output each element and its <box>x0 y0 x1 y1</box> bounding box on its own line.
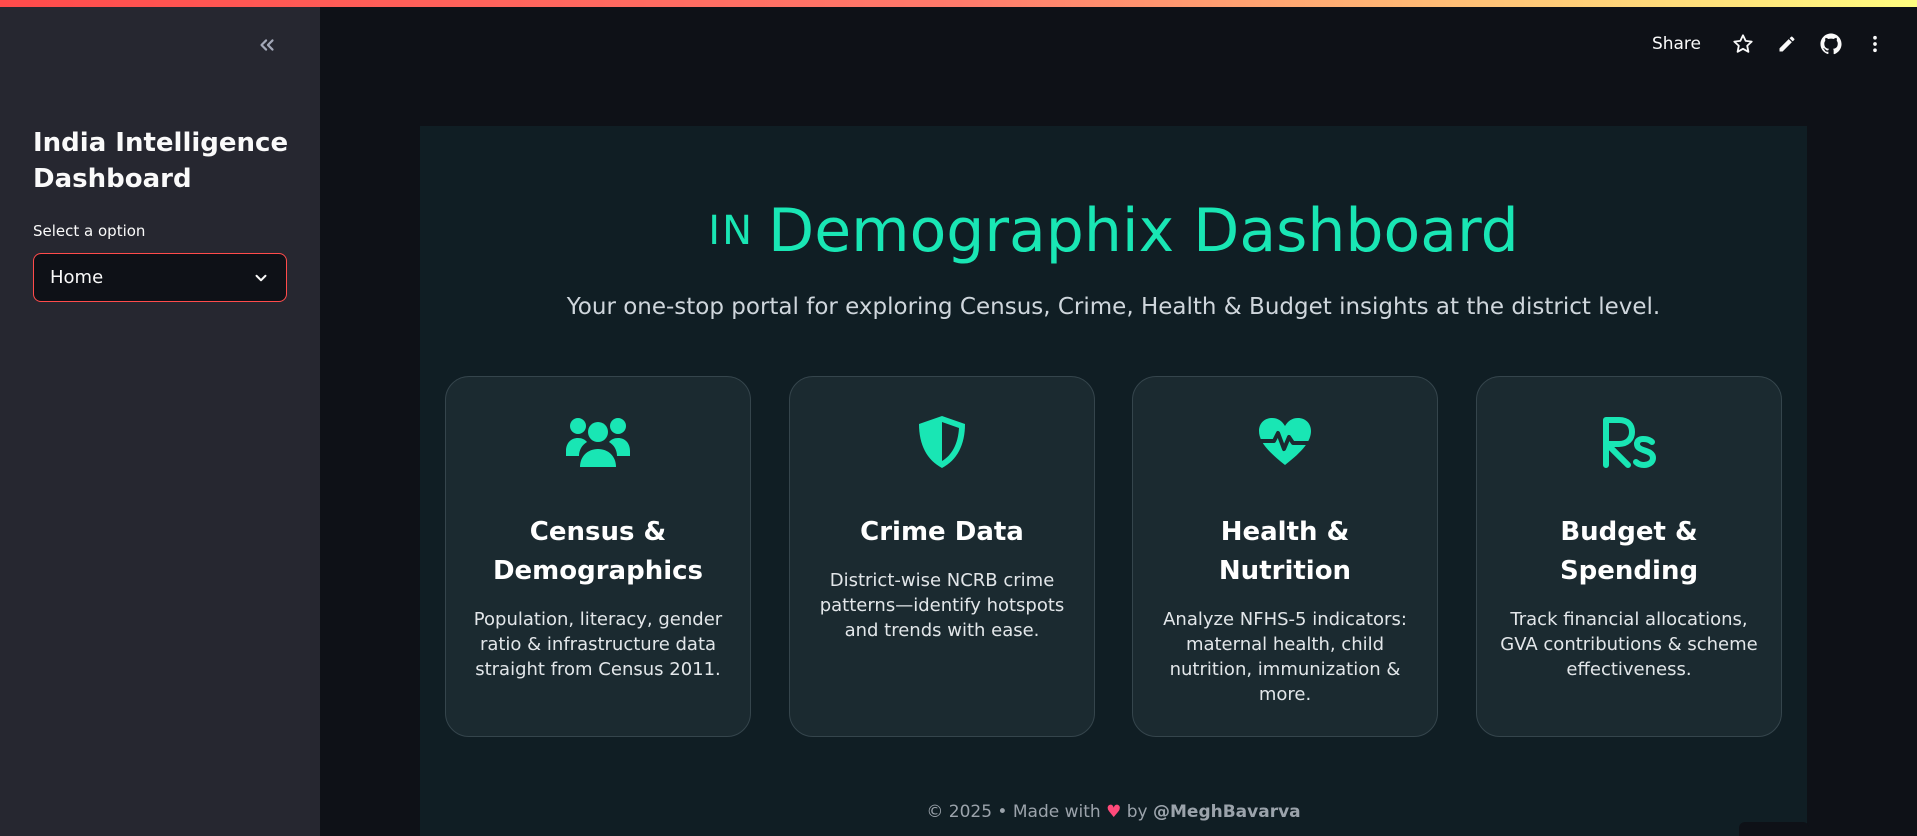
top-decoration-bar <box>0 0 1917 7</box>
people-group-icon <box>468 413 728 471</box>
card-census: Census & Demographics Population, litera… <box>445 376 751 737</box>
sidebar-title: India Intelligence Dashboard <box>33 128 289 194</box>
star-icon <box>1733 34 1753 53</box>
share-button[interactable]: Share <box>1652 34 1701 54</box>
rupee-icon <box>1499 413 1759 471</box>
hero-subtitle: Your one-stop portal for exploring Censu… <box>566 294 1661 320</box>
card-budget: Budget & Spending Track financial alloca… <box>1476 376 1782 737</box>
india-flag-text: IN <box>708 208 755 254</box>
author-link[interactable]: @MeghBavarva <box>1153 802 1301 822</box>
card-title: Census & Demographics <box>492 517 704 586</box>
edit-button[interactable] <box>1765 30 1809 58</box>
manage-app-tab[interactable] <box>1739 822 1809 836</box>
double-chevron-left-icon <box>260 39 274 51</box>
card-title: Health & Nutrition <box>1218 517 1352 586</box>
footer: © 2025 • Made with ♥ by @MeghBavarva <box>420 802 1807 822</box>
heart-pulse-icon <box>1155 413 1415 471</box>
card-title: Budget & Spending <box>1559 517 1699 586</box>
card-description: Track financial allocations, GVA contrib… <box>1500 609 1758 680</box>
favorite-button[interactable] <box>1721 30 1765 58</box>
card-crime: Crime Data District-wise NCRB crime patt… <box>789 376 1095 737</box>
card-description: Analyze NFHS-5 indicators: maternal heal… <box>1163 609 1407 705</box>
card-health: Health & Nutrition Analyze NFHS-5 indica… <box>1132 376 1438 737</box>
card-description: Population, literacy, gender ratio & inf… <box>473 609 723 680</box>
kebab-menu-icon <box>1873 35 1877 53</box>
pencil-icon <box>1779 36 1795 52</box>
main-menu-button[interactable] <box>1853 30 1897 58</box>
collapse-sidebar-button[interactable] <box>252 30 282 60</box>
page-select-value: Home <box>50 267 104 288</box>
header-toolbar: Share <box>1652 30 1897 58</box>
hero-title-text: Demographix Dashboard <box>768 196 1519 266</box>
footer-text: © 2025 • Made with <box>926 802 1101 822</box>
chevron-down-icon <box>255 274 267 281</box>
select-label: Select a option <box>33 222 146 240</box>
heart-icon: ♥ <box>1106 802 1122 822</box>
github-icon <box>1820 33 1842 55</box>
github-button[interactable] <box>1809 30 1853 58</box>
card-description: District-wise NCRB crime patterns—identi… <box>819 570 1065 641</box>
card-title: Crime Data <box>860 517 1024 547</box>
hero-title: IN Demographix Dashboard <box>420 196 1807 266</box>
shield-icon <box>812 413 1072 471</box>
footer-by: by <box>1126 802 1148 822</box>
sidebar: India Intelligence Dashboard Select a op… <box>0 0 320 836</box>
page-select[interactable]: Home <box>33 253 287 302</box>
